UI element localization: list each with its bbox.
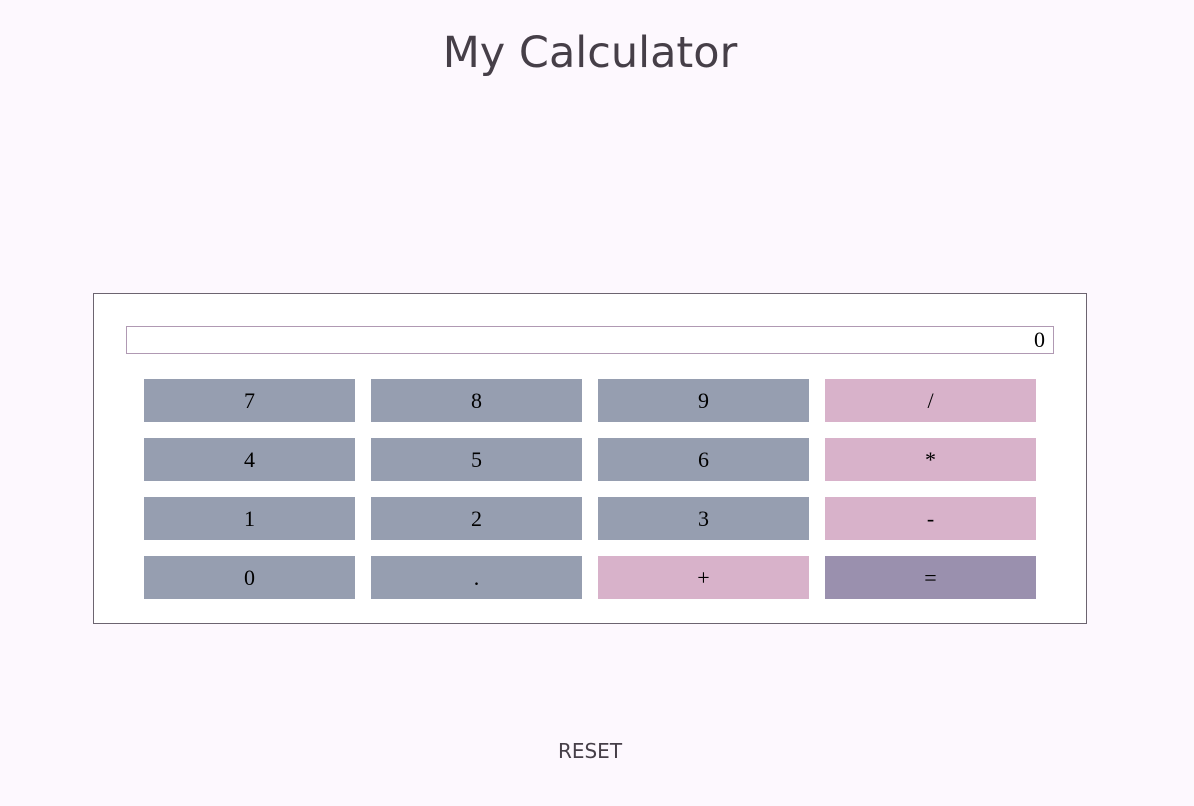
key-equals[interactable]: = (825, 556, 1036, 599)
key-add[interactable]: + (598, 556, 809, 599)
key-7[interactable]: 7 (144, 379, 355, 422)
key-2[interactable]: 2 (371, 497, 582, 540)
key-0[interactable]: 0 (144, 556, 355, 599)
key-decimal[interactable]: . (371, 556, 582, 599)
display-value: 0 (1034, 327, 1045, 352)
key-subtract[interactable]: - (825, 497, 1036, 540)
key-divide[interactable]: / (825, 379, 1036, 422)
key-5[interactable]: 5 (371, 438, 582, 481)
page-title: My Calculator (442, 28, 738, 78)
key-4[interactable]: 4 (144, 438, 355, 481)
key-1[interactable]: 1 (144, 497, 355, 540)
key-9[interactable]: 9 (598, 379, 809, 422)
key-3[interactable]: 3 (598, 497, 809, 540)
key-multiply[interactable]: * (825, 438, 1036, 481)
reset-button[interactable]: RESET (520, 735, 660, 767)
calculator-display[interactable]: 0 (126, 326, 1054, 354)
key-6[interactable]: 6 (598, 438, 809, 481)
calculator: 0 7 8 9 / 4 5 6 * 1 2 3 - 0 . + = (93, 293, 1087, 624)
key-8[interactable]: 8 (371, 379, 582, 422)
